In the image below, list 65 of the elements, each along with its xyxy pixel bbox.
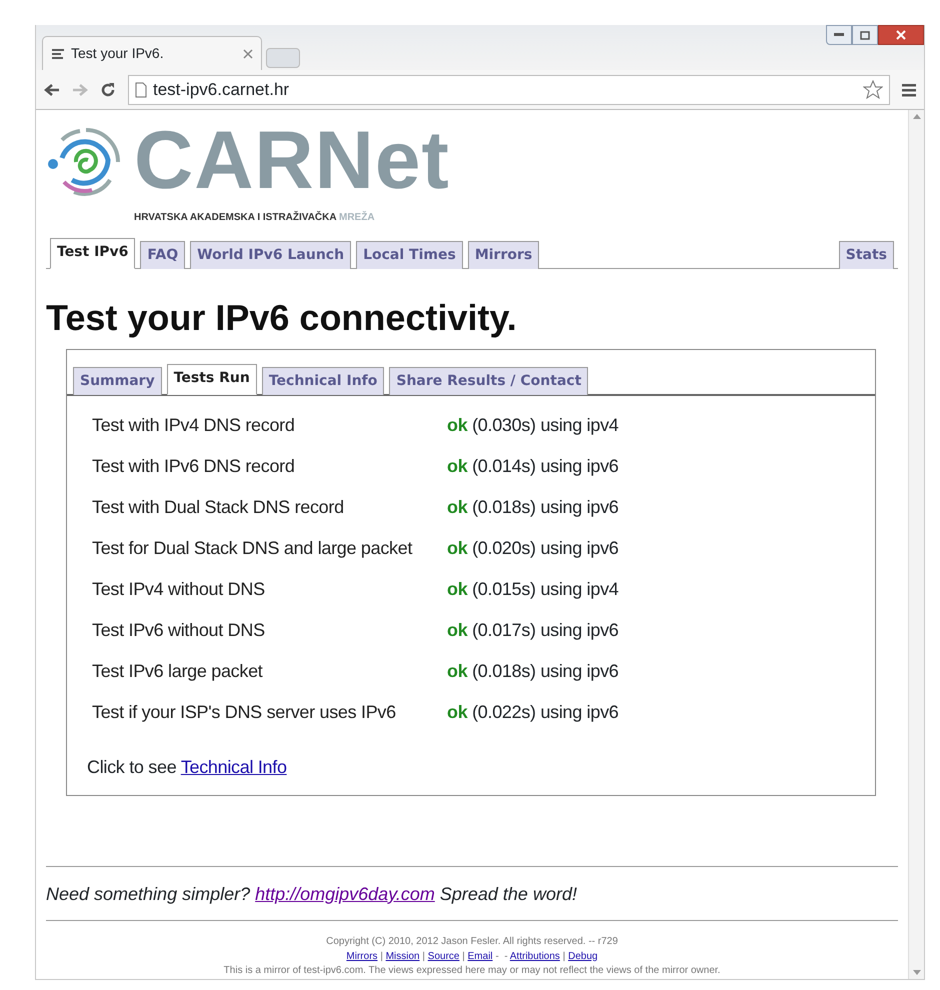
- see-more-text: Click to see Technical Info: [86, 756, 288, 779]
- link-separator: |: [380, 950, 383, 962]
- test-name: Test IPv4 without DNS: [92, 578, 266, 601]
- back-icon[interactable]: [44, 82, 60, 96]
- test-name: Test with IPv6 DNS record: [92, 455, 296, 478]
- promo-link[interactable]: http://omgipv6day.com: [255, 884, 435, 904]
- test-name: Test for Dual Stack DNS and large packet: [92, 537, 414, 560]
- scrollbar[interactable]: [908, 110, 924, 979]
- tab[interactable]: World IPv6 Launch: [190, 241, 352, 269]
- link-separator: |: [462, 950, 465, 962]
- maximize-button[interactable]: [852, 25, 878, 45]
- footer-link[interactable]: Debug: [568, 950, 598, 962]
- copyright-text: Copyright (C) 2010, 2012 Jason Fesler. All rights reserved. -- r729: [325, 935, 619, 949]
- footer-link[interactable]: Mission: [386, 950, 420, 962]
- footer-link[interactable]: Attributions: [510, 950, 560, 962]
- test-result: ok (0.020s) using ipv6: [447, 537, 618, 560]
- browser-tab[interactable]: Test your IPv6.: [42, 36, 262, 70]
- test-name: Test with IPv4 DNS record: [92, 414, 296, 437]
- test-result: ok (0.015s) using ipv4: [447, 578, 618, 601]
- test-result: ok (0.014s) using ipv6: [447, 455, 618, 478]
- footer-link[interactable]: Mirrors: [346, 950, 378, 962]
- minimize-button[interactable]: [826, 25, 852, 45]
- scroll-up-icon[interactable]: [912, 114, 920, 119]
- tab[interactable]: Summary: [73, 367, 162, 395]
- technical-info-link[interactable]: Technical Info: [180, 757, 287, 777]
- menu-icon[interactable]: [902, 82, 916, 96]
- test-name: Test if your ISP's DNS server uses IPv6: [92, 701, 397, 724]
- test-name: Test IPv6 without DNS: [92, 619, 266, 642]
- close-icon: [896, 30, 906, 40]
- link-separator: |: [422, 950, 425, 962]
- link-separator: |: [562, 950, 566, 962]
- favicon-icon: [51, 46, 65, 60]
- tab-title: Test your IPv6.: [71, 44, 165, 63]
- footer-link[interactable]: Source: [428, 950, 460, 962]
- star-icon[interactable]: [863, 80, 883, 100]
- tab[interactable]: Technical Info: [262, 367, 384, 395]
- mirror-note: This is a mirror of test-ipv6.com. The views expressed here may or may not reflect the views of the mirror owner.: [222, 964, 722, 978]
- reload-icon[interactable]: [100, 82, 116, 98]
- page-icon: [135, 82, 147, 98]
- logo-tagline: HRVATSKA AKADEMSKA I ISTRAŽIVAČKA MREŽA: [134, 212, 375, 223]
- tab[interactable]: Share Results / Contact: [389, 367, 588, 395]
- test-result: ok (0.022s) using ipv6: [447, 701, 618, 724]
- tab[interactable]: Mirrors: [468, 241, 540, 269]
- test-result: ok (0.018s) using ipv6: [447, 496, 618, 519]
- minimize-icon: [834, 33, 844, 37]
- test-result: ok (0.017s) using ipv6: [447, 619, 618, 642]
- promo-text: Need something simpler? http://omgipv6day.com Spread the word!: [46, 866, 898, 921]
- test-result: ok (0.030s) using ipv4: [447, 414, 618, 437]
- footer-link[interactable]: Email: [468, 950, 493, 962]
- test-result: ok (0.018s) using ipv6: [447, 660, 618, 683]
- test-name: Test with Dual Stack DNS record: [92, 496, 345, 519]
- address-bar[interactable]: test-ipv6.carnet.hr: [128, 74, 890, 104]
- tab[interactable]: Tests Run: [166, 364, 257, 395]
- tab[interactable]: Local Times: [356, 241, 463, 269]
- test-name: Test IPv6 large packet: [92, 660, 264, 683]
- tab[interactable]: Test IPv6: [50, 238, 136, 269]
- tab[interactable]: FAQ: [140, 241, 186, 269]
- maximize-icon: [860, 30, 870, 40]
- close-window-button[interactable]: [878, 25, 924, 45]
- logo-wordmark: CARNet: [134, 120, 450, 202]
- tab[interactable]: Stats: [838, 241, 894, 269]
- page-heading: Test your IPv6 connectivity.: [46, 296, 518, 340]
- close-icon[interactable]: [243, 48, 253, 58]
- scroll-down-icon[interactable]: [912, 970, 920, 975]
- link-separator: - -: [495, 950, 508, 962]
